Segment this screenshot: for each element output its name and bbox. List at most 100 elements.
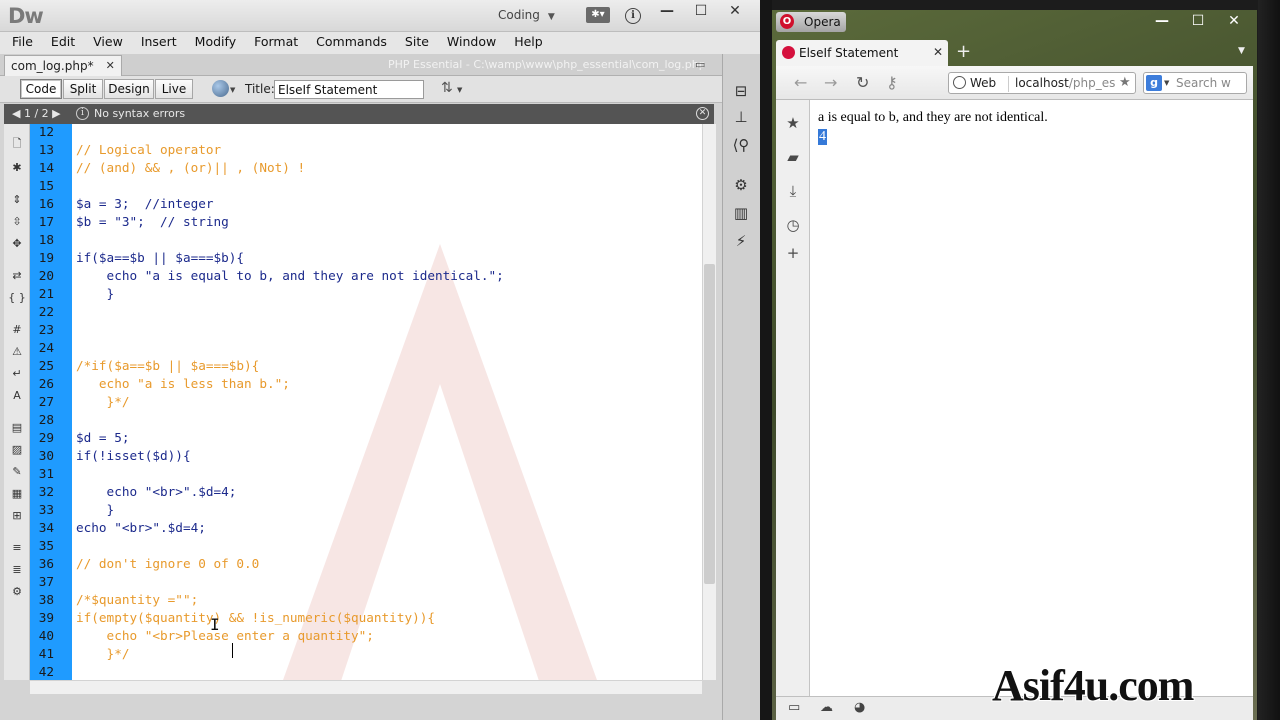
show-code-navigator-icon[interactable]: ✱ bbox=[8, 160, 26, 176]
close-tab-icon[interactable]: ✕ bbox=[106, 56, 115, 76]
close-button[interactable]: ✕ bbox=[1216, 12, 1252, 30]
close-button[interactable]: ✕ bbox=[718, 1, 752, 21]
restore-doc-icon[interactable]: ▭ bbox=[695, 58, 705, 71]
history-clock-icon[interactable]: ◷ bbox=[784, 216, 802, 234]
code-line: 13 // Logical operator bbox=[30, 141, 702, 159]
close-tab-icon[interactable]: ✕ bbox=[933, 45, 943, 59]
bookmarks-star-icon[interactable]: ★ bbox=[784, 114, 802, 132]
menu-site[interactable]: Site bbox=[405, 32, 429, 54]
line-number: 38 bbox=[38, 592, 54, 607]
vertical-scrollbar[interactable] bbox=[702, 124, 716, 680]
menu-view[interactable]: View bbox=[93, 32, 123, 54]
file-management-icon[interactable]: ⇅ bbox=[441, 80, 453, 96]
scrollbar-thumb[interactable] bbox=[704, 264, 715, 584]
syntax-coloring-icon[interactable]: A bbox=[8, 388, 26, 404]
split-view-button[interactable]: Split bbox=[63, 79, 103, 99]
code-text: } bbox=[76, 502, 115, 517]
add-panel-icon[interactable]: + bbox=[784, 244, 802, 262]
gear-icon[interactable]: ✱▾ bbox=[586, 7, 610, 23]
line-number: 36 bbox=[38, 556, 54, 571]
horizontal-scrollbar[interactable] bbox=[30, 680, 702, 694]
key-icon[interactable]: ⚷ bbox=[886, 73, 898, 92]
unite-cloud-icon[interactable]: ☁ bbox=[820, 700, 833, 715]
balance-braces-icon[interactable]: { } bbox=[8, 290, 26, 306]
title-input[interactable] bbox=[274, 80, 424, 99]
tab-menu-icon[interactable]: ▼ bbox=[1238, 46, 1245, 56]
downloads-icon[interactable]: ⤓ bbox=[784, 182, 802, 200]
code-inspect-icon[interactable]: ⟨⚲ bbox=[729, 134, 753, 156]
minimize-button[interactable]: — bbox=[1144, 12, 1180, 30]
back-icon[interactable]: ← bbox=[794, 73, 807, 92]
globe-icon[interactable] bbox=[212, 80, 229, 97]
error-navigator[interactable]: ◀ 1 / 2 ▶ bbox=[12, 107, 61, 120]
reload-icon[interactable]: ↻ bbox=[856, 73, 869, 92]
remove-comment-icon[interactable]: ▨ bbox=[8, 442, 26, 458]
search-field[interactable]: g ▼ Search w bbox=[1143, 72, 1247, 94]
info-icon[interactable]: i bbox=[625, 8, 641, 24]
code-line: 42 bbox=[30, 663, 702, 680]
new-tab-button[interactable]: + bbox=[956, 41, 971, 62]
address-field[interactable]: Web localhost/php_es ★ bbox=[948, 72, 1136, 94]
forward-icon[interactable]: → bbox=[824, 73, 837, 92]
close-icon[interactable]: ✕ bbox=[696, 107, 709, 120]
browser-tab[interactable]: ElseIf Statement ✕ bbox=[776, 40, 948, 66]
select-parent-tag-icon[interactable]: ⇄ bbox=[8, 268, 26, 284]
move-css-icon[interactable]: ⊞ bbox=[8, 508, 26, 524]
bindings-icon[interactable]: ⚡ bbox=[729, 230, 753, 252]
live-view-button[interactable]: Live bbox=[155, 79, 193, 99]
web-mode-badge[interactable]: Web bbox=[953, 76, 1009, 92]
minimize-button[interactable]: — bbox=[650, 1, 684, 21]
wrap-tag-icon[interactable]: ✎ bbox=[8, 464, 26, 480]
tab-strip: ElseIf Statement ✕ + ▼ bbox=[776, 40, 1253, 66]
dreamweaver-window: Dw Coding ▼ ✱▾ i — ☐ ✕ File Edit View Ins… bbox=[0, 0, 760, 720]
collapse-tag-icon[interactable]: ⇕ bbox=[8, 192, 26, 208]
menu-commands[interactable]: Commands bbox=[316, 32, 387, 54]
line-number: 35 bbox=[38, 538, 54, 553]
bookmark-star-icon[interactable]: ★ bbox=[1119, 75, 1131, 90]
insert-panel-icon[interactable]: ⊟ bbox=[729, 80, 753, 102]
line-number: 34 bbox=[38, 520, 54, 535]
line-number: 37 bbox=[38, 574, 54, 589]
design-view-button[interactable]: Design bbox=[104, 79, 154, 99]
apply-comment-icon[interactable]: ▤ bbox=[8, 420, 26, 436]
expand-all-icon[interactable]: ✥ bbox=[8, 236, 26, 252]
code-text: }*/ bbox=[76, 394, 130, 409]
collapse-selection-icon[interactable]: ⇳ bbox=[8, 214, 26, 230]
recent-snippets-icon[interactable]: ▦ bbox=[8, 486, 26, 502]
maximize-button[interactable]: ☐ bbox=[684, 1, 718, 21]
menu-modify[interactable]: Modify bbox=[195, 32, 236, 54]
menu-file[interactable]: File bbox=[12, 32, 33, 54]
outdent-icon[interactable]: ≣ bbox=[8, 562, 26, 578]
dw-status-area bbox=[0, 694, 760, 720]
word-wrap-icon[interactable]: ↵ bbox=[8, 366, 26, 382]
workspace-switcher[interactable]: Coding ▼ bbox=[498, 8, 555, 22]
panel-toggle-icon[interactable]: ▭ bbox=[788, 700, 800, 715]
menu-format[interactable]: Format bbox=[254, 32, 298, 54]
document-tab[interactable]: com_log.php* ✕ bbox=[4, 55, 122, 76]
server-behaviors-icon[interactable]: ⚙ bbox=[729, 174, 753, 196]
sitemap-icon[interactable]: ⊥ bbox=[729, 106, 753, 128]
databases-icon[interactable]: ▥ bbox=[729, 202, 753, 224]
highlight-invalid-icon[interactable]: ⚠ bbox=[8, 344, 26, 360]
code-editor[interactable]: 12 13 // Logical operator 14 // (and) && , (… bbox=[30, 124, 702, 680]
menu-insert[interactable]: Insert bbox=[141, 32, 177, 54]
code-line: 41 }*/ bbox=[30, 645, 702, 663]
opera-menu-button[interactable]: O Opera bbox=[776, 12, 846, 32]
google-icon[interactable]: g bbox=[1146, 75, 1162, 91]
code-text: echo "<br>".$d=4; bbox=[76, 484, 237, 499]
format-source-icon[interactable]: ⚙ bbox=[8, 584, 26, 600]
open-documents-icon[interactable]: 🗋 bbox=[8, 136, 26, 152]
indent-icon[interactable]: ≡ bbox=[8, 540, 26, 556]
code-line: 29 $d = 5; bbox=[30, 429, 702, 447]
line-numbers-icon[interactable]: # bbox=[8, 322, 26, 338]
maximize-button[interactable]: ☐ bbox=[1180, 12, 1216, 30]
opera-logo-icon: O bbox=[780, 14, 794, 29]
code-view-button[interactable]: Code bbox=[20, 79, 62, 99]
turbo-icon[interactable]: ◕ bbox=[854, 700, 865, 715]
screen: Dw Coding ▼ ✱▾ i — ☐ ✕ File Edit View Ins… bbox=[0, 0, 1280, 720]
menu-help[interactable]: Help bbox=[514, 32, 543, 54]
menu-edit[interactable]: Edit bbox=[51, 32, 75, 54]
notes-icon[interactable]: ▰ bbox=[784, 148, 802, 166]
menu-window[interactable]: Window bbox=[447, 32, 496, 54]
line-number: 42 bbox=[38, 664, 54, 679]
